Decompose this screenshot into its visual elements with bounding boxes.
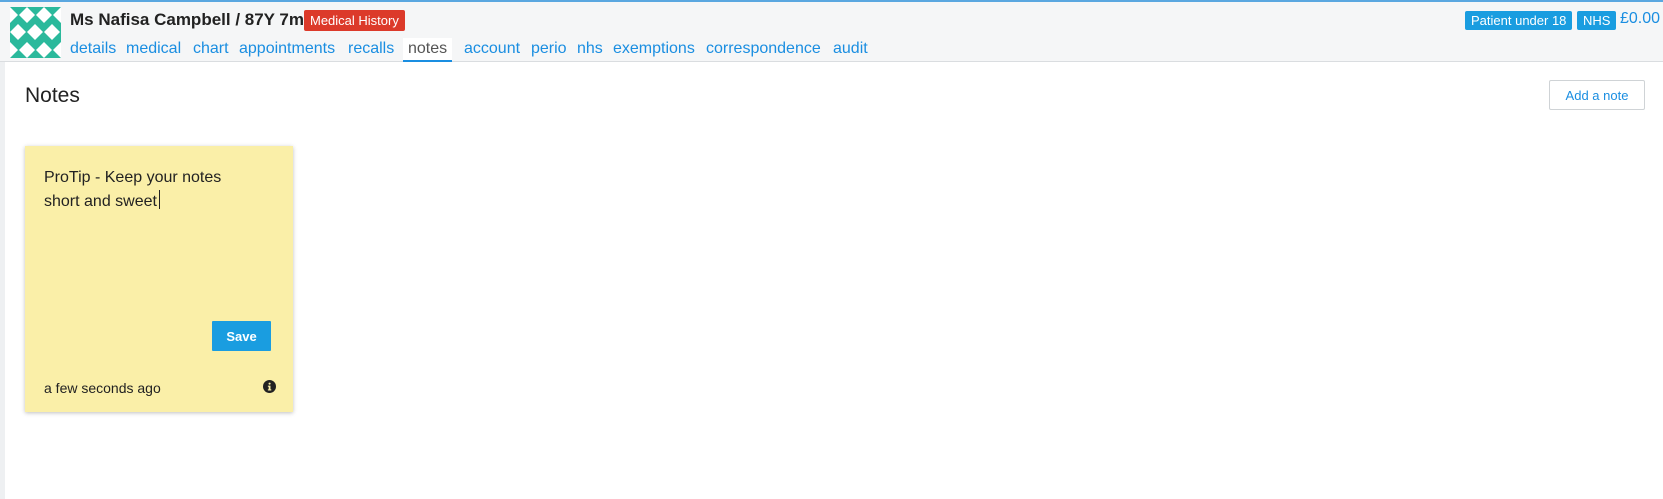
patient-name: Ms Nafisa Campbell / 87Y 7m <box>70 10 305 29</box>
note-text-editor[interactable]: ProTip - Keep your notes short and sweet <box>44 166 264 214</box>
tab-perio[interactable]: perio <box>531 38 567 60</box>
note-card[interactable]: ProTip - Keep your notes short and sweet… <box>25 146 293 412</box>
note-timestamp: a few seconds ago <box>44 380 161 396</box>
account-balance[interactable]: £0.00 <box>1620 10 1660 28</box>
tab-medical[interactable]: medical <box>126 38 181 60</box>
add-note-button[interactable]: Add a note <box>1549 80 1645 110</box>
nhs-badge: NHS <box>1577 11 1617 30</box>
medical-history-badge[interactable]: Medical History <box>304 10 405 31</box>
patient-avatar[interactable] <box>10 7 61 58</box>
tab-correspondence[interactable]: correspondence <box>706 38 821 60</box>
note-text-line: ProTip - Keep your notes <box>44 169 222 186</box>
info-icon[interactable] <box>263 380 276 393</box>
page-title: Notes <box>25 84 80 107</box>
tab-appointments[interactable]: appointments <box>239 38 335 60</box>
tab-details[interactable]: details <box>70 38 116 60</box>
tab-audit[interactable]: audit <box>833 38 868 60</box>
tab-account[interactable]: account <box>464 38 520 60</box>
note-text-line: short and sweet <box>44 193 157 210</box>
save-note-button[interactable]: Save <box>212 321 271 351</box>
tab-exemptions[interactable]: exemptions <box>613 38 695 60</box>
patient-header: Ms Nafisa Campbell / 87Y 7m Medical Hist… <box>0 2 1663 62</box>
tab-chart[interactable]: chart <box>193 38 229 60</box>
tab-notes[interactable]: notes <box>403 38 453 62</box>
text-cursor <box>158 190 160 209</box>
tab-recalls[interactable]: recalls <box>348 38 394 60</box>
notes-page: Notes Add a note ProTip - Keep your note… <box>0 62 1663 499</box>
tab-nhs[interactable]: nhs <box>577 38 603 60</box>
patient-under-18-badge: Patient under 18 <box>1465 11 1573 30</box>
